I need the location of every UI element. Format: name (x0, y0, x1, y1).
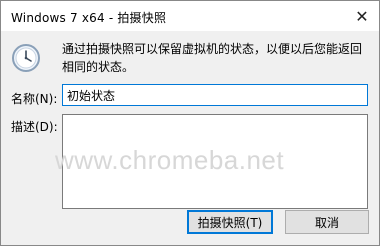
cancel-button[interactable]: 取消 (285, 210, 369, 234)
name-input[interactable]: 初始状态 (62, 84, 368, 106)
window-title: Windows 7 x64 - 拍摄快照 (11, 11, 167, 25)
description-label: 描述(D): (11, 120, 58, 134)
snapshot-dialog: Windows 7 x64 - 拍摄快照 ✕ 通过拍摄快照可以保留虚拟机的状态，… (0, 0, 380, 246)
dialog-content: 通过拍摄快照可以保留虚拟机的状态，以便以后您能返回相同的状态。 名称(N): 初… (1, 31, 379, 245)
dialog-description: 通过拍摄快照可以保留虚拟机的状态，以便以后您能返回相同的状态。 (62, 42, 363, 74)
name-label: 名称(N): (11, 92, 58, 106)
close-button[interactable]: ✕ (351, 5, 373, 27)
watermark-text: www.chromeba.net (55, 145, 285, 175)
clock-icon (12, 44, 40, 72)
title-bar: Windows 7 x64 - 拍摄快照 ✕ (1, 1, 379, 31)
take-snapshot-button[interactable]: 拍摄快照(T) (187, 210, 273, 234)
